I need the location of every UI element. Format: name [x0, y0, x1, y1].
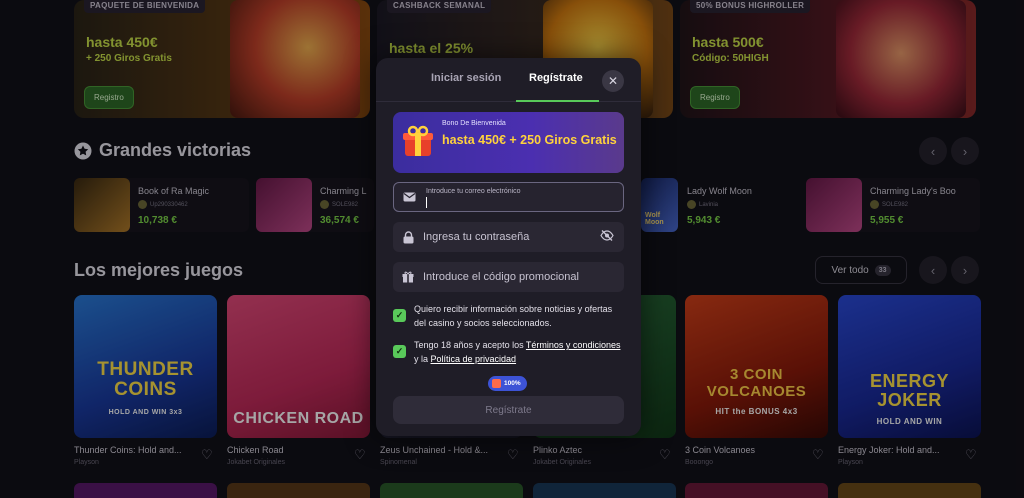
form-progress-badge: 100% — [488, 376, 527, 391]
terms-text-pre: Tengo 18 años y acepto los — [414, 340, 526, 350]
text-caret — [426, 197, 427, 208]
newsletter-label: Quiero recibir información sobre noticia… — [414, 304, 613, 328]
register-modal: Iniciar sesión Regístrate ✕ Bono De Bien… — [376, 58, 641, 436]
welcome-bonus-banner: Bono De Bienvenida hasta 450€ + 250 Giro… — [393, 112, 624, 173]
newsletter-checkbox[interactable]: ✓ — [393, 309, 406, 322]
tab-login[interactable]: Iniciar sesión — [431, 72, 501, 84]
terms-checkbox[interactable]: ✓ — [393, 345, 406, 358]
active-tab-indicator — [516, 100, 599, 102]
checkmark-icon: ✓ — [395, 346, 404, 356]
envelope-icon — [394, 192, 424, 202]
privacy-link[interactable]: Política de privacidad — [431, 354, 517, 364]
close-button[interactable]: ✕ — [602, 70, 624, 92]
terms-text-mid: y la — [414, 354, 431, 364]
tab-register[interactable]: Regístrate — [529, 72, 583, 84]
register-submit-button[interactable]: Regístrate — [393, 396, 624, 424]
terms-label: Tengo 18 años y acepto los Términos y co… — [414, 338, 624, 366]
lock-icon — [393, 230, 423, 244]
bonus-amount: hasta 450€ + 250 Giros Gratis — [442, 133, 617, 147]
email-field[interactable]: Introduce tu correo electrónico — [393, 182, 624, 212]
close-icon: ✕ — [607, 74, 619, 88]
email-label: Introduce tu correo electrónico — [426, 188, 521, 195]
checkmark-icon: ✓ — [395, 310, 404, 320]
eye-off-icon[interactable] — [600, 230, 614, 244]
gift-icon — [403, 125, 433, 156]
bonus-caption: Bono De Bienvenida — [442, 120, 506, 127]
casino-page: PAQUETE DE BIENVENIDA hasta 450€ + 250 G… — [0, 0, 1024, 498]
progress-label: 100% — [504, 380, 521, 387]
password-field[interactable]: Ingresa tu contraseña — [393, 222, 624, 252]
password-placeholder: Ingresa tu contraseña — [423, 231, 530, 243]
terms-link[interactable]: Términos y condiciones — [526, 340, 621, 350]
gift-small-icon — [393, 271, 423, 283]
gift-mini-icon — [492, 379, 501, 388]
promo-code-field[interactable]: Introduce el código promocional — [393, 262, 624, 292]
promo-code-placeholder: Introduce el código promocional — [423, 271, 579, 283]
